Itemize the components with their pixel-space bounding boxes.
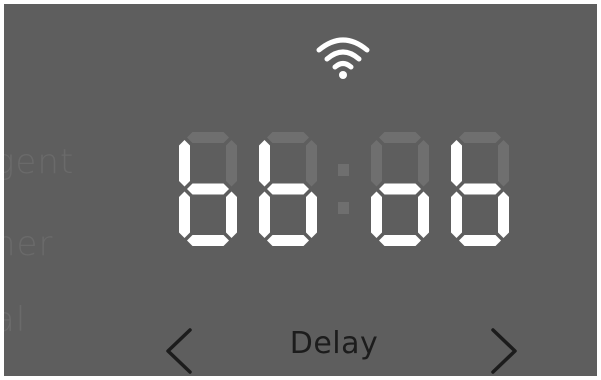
display-segment (259, 140, 270, 187)
display-segment (226, 140, 237, 187)
display-segment (371, 191, 382, 238)
display-segment (267, 183, 309, 195)
display-segment (259, 191, 270, 238)
seven-segment-display (179, 132, 509, 246)
mode-label: Delay (289, 326, 379, 361)
display-segment (459, 132, 501, 143)
display-segment (379, 235, 421, 246)
display-segment (498, 191, 509, 238)
display-segment (267, 235, 309, 246)
display-segment (379, 132, 421, 143)
display-segment (267, 132, 309, 143)
chevron-right-icon[interactable] (487, 326, 521, 376)
display-segment (306, 191, 317, 238)
chevron-left-icon[interactable] (162, 326, 196, 376)
display-segment (459, 235, 501, 246)
display-segment (379, 183, 421, 195)
display-segment (418, 140, 429, 187)
display-digit (259, 132, 317, 246)
display-segment (371, 140, 382, 187)
display-digit (451, 132, 509, 246)
display-segment (306, 140, 317, 187)
display-digit (371, 132, 429, 246)
display-segment (187, 183, 229, 195)
appliance-control-panel: gent ner al Delay (4, 4, 597, 376)
display-segment (459, 183, 501, 195)
display-segment (226, 191, 237, 238)
display-colon-dot (338, 202, 349, 214)
display-segment (187, 235, 229, 246)
display-segment (451, 191, 462, 238)
display-segment (418, 191, 429, 238)
display-segment (179, 140, 190, 187)
display-digit (179, 132, 237, 246)
display-segment (451, 140, 462, 187)
display-segment (187, 132, 229, 143)
display-segment (498, 140, 509, 187)
display-colon-dot (338, 164, 349, 176)
display-segment (179, 191, 190, 238)
